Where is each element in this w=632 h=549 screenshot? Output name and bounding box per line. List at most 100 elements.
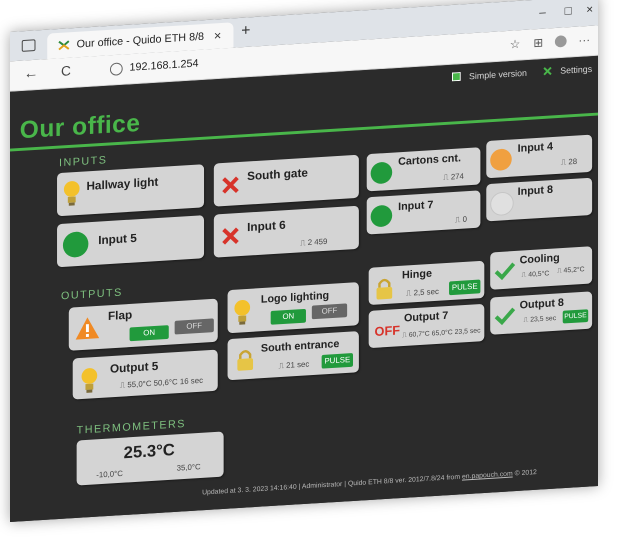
close-window-button[interactable]: × bbox=[586, 2, 593, 16]
footer-user: Administrator bbox=[301, 481, 343, 491]
inputs-section-title: INPUTS bbox=[59, 154, 108, 170]
input-label: Input 8 bbox=[517, 183, 553, 198]
simple-version-icon bbox=[451, 72, 461, 82]
green-circle-icon bbox=[62, 231, 89, 259]
output-card-output-7[interactable]: OFF Output 7 ⎍ 60,7°C 65,0°C 23,5 sec bbox=[368, 303, 485, 349]
site-info-icon[interactable] bbox=[109, 62, 123, 76]
input-counter: ⎍ 274 bbox=[443, 171, 464, 182]
footer-updated: Updated at 3. 3. 2023 14:16:40 bbox=[202, 483, 297, 497]
checkmark-icon bbox=[494, 262, 516, 281]
more-menu-icon[interactable]: ··· bbox=[578, 33, 590, 47]
flap-on-button[interactable]: ON bbox=[129, 325, 169, 342]
output-label: Logo lighting bbox=[260, 289, 330, 306]
input-label: Input 5 bbox=[98, 231, 137, 248]
padlock-icon bbox=[376, 278, 393, 300]
footer-separator: | bbox=[344, 480, 347, 488]
settings-tools-icon bbox=[543, 66, 552, 76]
output-label: South entrance bbox=[260, 338, 340, 355]
reload-button[interactable]: C bbox=[61, 63, 71, 79]
input-card-south-gate[interactable]: South gate bbox=[213, 154, 359, 207]
simple-version-link[interactable]: Simple version bbox=[469, 68, 527, 81]
cooling-value-1: ⎍ 40,5°C bbox=[521, 270, 550, 279]
output-value: ⎍ 21 sec bbox=[278, 359, 310, 371]
red-x-icon bbox=[222, 176, 239, 194]
output-value: ⎍ 2,5 sec bbox=[405, 287, 439, 298]
warning-icon bbox=[75, 317, 100, 340]
output-card-hinge[interactable]: Hinge ⎍ 2,5 sec PULSE bbox=[368, 260, 485, 306]
logo-on-button[interactable]: ON bbox=[270, 308, 306, 325]
output-value: ⎍ 23,5 sec bbox=[523, 315, 557, 324]
grey-circle-icon bbox=[490, 191, 514, 217]
footer-separator: | bbox=[298, 483, 301, 491]
output-card-south-entrance[interactable]: South entrance ⎍ 21 sec PULSE bbox=[227, 331, 359, 381]
input-label: Hallway light bbox=[86, 174, 159, 193]
output8-pulse-button[interactable]: PULSE bbox=[562, 309, 589, 324]
south-entrance-pulse-button[interactable]: PULSE bbox=[321, 353, 353, 369]
address-bar[interactable]: 192.168.1.254 bbox=[130, 58, 199, 74]
settings-link[interactable]: Settings bbox=[560, 64, 592, 76]
off-state-badge: OFF bbox=[374, 322, 401, 339]
footer-link[interactable]: en.papouch.com bbox=[462, 471, 513, 481]
output-card-output-8[interactable]: Output 8 ⎍ 23,5 sec PULSE bbox=[490, 291, 593, 335]
input-label: Input 6 bbox=[247, 217, 286, 235]
input-label: Input 4 bbox=[517, 140, 553, 155]
hinge-pulse-button[interactable]: PULSE bbox=[449, 279, 481, 296]
green-circle-icon bbox=[370, 161, 393, 185]
input-card-input-5[interactable]: Input 5 bbox=[57, 215, 205, 268]
output-label: Cooling bbox=[519, 252, 560, 267]
footer-year: © 2012 bbox=[514, 469, 537, 478]
collections-icon[interactable]: ⊞ bbox=[533, 36, 543, 50]
cooling-value-2: ⎍ 45,2°C bbox=[556, 266, 585, 275]
input-counter: ⎍ 0 bbox=[454, 214, 467, 225]
bulb-icon bbox=[63, 181, 80, 206]
flap-off-button[interactable]: OFF bbox=[174, 318, 214, 335]
tab-actions-icon[interactable] bbox=[21, 39, 36, 52]
output-label: Output 8 bbox=[519, 296, 564, 312]
input-card-input-6[interactable]: Input 6 ⎍ 2 459 bbox=[213, 205, 359, 258]
top-navigation: Simple version Settings bbox=[451, 64, 592, 82]
input-counter: ⎍ 28 bbox=[560, 157, 578, 167]
input-card-input-4[interactable]: Input 4 ⎍ 28 bbox=[486, 134, 593, 179]
green-circle-icon bbox=[370, 204, 393, 228]
back-button[interactable]: ← bbox=[24, 65, 39, 83]
quido-page: Simple version Settings Our office INPUT… bbox=[10, 55, 598, 522]
footer-version: Quido ETH 8/8 ver. 2012/7.8/24 from bbox=[347, 473, 461, 488]
tab-title: Our office - Quido ETH 8/8 bbox=[76, 30, 205, 51]
new-tab-button[interactable]: + bbox=[241, 22, 250, 40]
output-value: ⎍ 60,7°C 65,0°C 23,5 sec bbox=[402, 327, 481, 340]
input-label: Input 7 bbox=[398, 199, 434, 214]
input-card-input-7[interactable]: Input 7 ⎍ 0 bbox=[366, 190, 481, 235]
profile-avatar[interactable] bbox=[554, 35, 567, 48]
minimize-button[interactable]: – bbox=[539, 5, 546, 19]
page-footer: Updated at 3. 3. 2023 14:16:40 | Adminis… bbox=[202, 469, 537, 496]
output-value: ⎍ 55,0°C 50,6°C 16 sec bbox=[119, 375, 203, 390]
input-label: South gate bbox=[247, 165, 308, 184]
thermometer-value: 25.3°C bbox=[123, 440, 175, 463]
thermometer-min: -10,0°C bbox=[96, 469, 123, 480]
input-card-hallway-light[interactable]: Hallway light bbox=[57, 164, 205, 217]
output-label: Output 5 bbox=[109, 359, 159, 376]
output-card-cooling[interactable]: Cooling ⎍ 40,5°C ⎍ 45,2°C bbox=[490, 246, 593, 290]
bulb-icon bbox=[81, 368, 98, 393]
quido-favicon-icon bbox=[58, 40, 70, 51]
input-card-input-8[interactable]: Input 8 bbox=[486, 177, 593, 222]
output-card-output-5[interactable]: Output 5 ⎍ 55,0°C 50,6°C 16 sec bbox=[72, 349, 218, 400]
output-label: Hinge bbox=[402, 267, 432, 282]
input-label: Cartons cnt. bbox=[398, 152, 461, 168]
output-label: Flap bbox=[108, 307, 133, 323]
padlock-icon bbox=[237, 350, 254, 371]
browser-window: Our office - Quido ETH 8/8 × + – □ × ← C… bbox=[10, 0, 598, 522]
maximize-button[interactable]: □ bbox=[565, 3, 572, 17]
page-title: Our office bbox=[19, 109, 141, 145]
outputs-section-title: OUTPUTS bbox=[60, 286, 123, 303]
thermometer-max: 35,0°C bbox=[176, 462, 201, 473]
output-card-logo-lighting[interactable]: Logo lighting ON OFF bbox=[227, 282, 359, 334]
bulb-icon bbox=[234, 300, 251, 325]
tab-close-icon[interactable]: × bbox=[214, 28, 221, 43]
input-card-cartons[interactable]: Cartons cnt. ⎍ 274 bbox=[366, 147, 481, 192]
screenshot-stage: Our office - Quido ETH 8/8 × + – □ × ← C… bbox=[0, 0, 632, 549]
favorites-icon[interactable]: ☆ bbox=[510, 37, 521, 51]
logo-off-button[interactable]: OFF bbox=[311, 303, 348, 320]
output-card-flap[interactable]: Flap ON OFF bbox=[68, 298, 218, 351]
thermometer-card[interactable]: 25.3°C -10,0°C 35,0°C bbox=[76, 431, 224, 486]
